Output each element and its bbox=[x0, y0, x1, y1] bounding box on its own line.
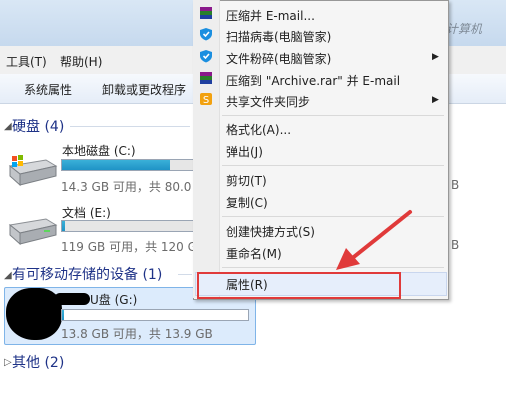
menu-item-create-shortcut[interactable]: 创建快捷方式(S) bbox=[226, 223, 315, 240]
drive-c-usage-fill bbox=[62, 160, 171, 170]
drive-c-name[interactable]: 本地磁盘 (C:) bbox=[62, 142, 136, 159]
drive-e-usage-bar bbox=[61, 220, 195, 232]
group-header-other[interactable]: 其他 (2) bbox=[12, 352, 64, 372]
group-header-hard-disk[interactable]: 硬盘 (4) bbox=[12, 116, 64, 136]
system-properties-button[interactable]: 系统属性 bbox=[24, 81, 72, 98]
drive-e-space: 119 GB 可用，共 120 G bbox=[61, 240, 197, 254]
share-icon: S bbox=[199, 92, 213, 106]
winrar-icon bbox=[199, 71, 213, 85]
menu-tools[interactable]: 工具(T) bbox=[6, 53, 47, 70]
hard-drive-icon bbox=[6, 213, 58, 249]
menu-separator bbox=[222, 115, 444, 116]
drive-g-usage-bar bbox=[61, 309, 249, 321]
menu-item-compress-archive-email[interactable]: 压缩到 "Archive.rar" 并 E-mail bbox=[226, 72, 400, 89]
winrar-icon bbox=[199, 6, 213, 20]
shield-icon bbox=[199, 49, 213, 63]
menu-item-scan-virus[interactable]: 扫描病毒(电脑管家) bbox=[226, 28, 331, 45]
drive-c-usage-bar bbox=[61, 159, 195, 171]
collapse-chevron-icon[interactable]: ◢ bbox=[4, 121, 12, 132]
drive-g-space: 13.8 GB 可用，共 13.9 GB bbox=[61, 327, 213, 341]
svg-text:S: S bbox=[203, 95, 209, 106]
menu-item-copy[interactable]: 复制(C) bbox=[226, 194, 268, 211]
group-divider bbox=[70, 126, 190, 127]
group-header-removable[interactable]: 有可移动存储的设备 (1) bbox=[12, 264, 162, 284]
annotation-highlight-box bbox=[197, 272, 401, 299]
expand-chevron-icon[interactable]: ▷ bbox=[4, 357, 12, 368]
redacted-label bbox=[54, 293, 90, 305]
menu-separator bbox=[222, 165, 444, 166]
annotation-arrow-icon bbox=[330, 208, 416, 274]
menu-item-eject[interactable]: 弹出(J) bbox=[226, 143, 263, 160]
windows-drive-icon bbox=[6, 152, 58, 188]
submenu-arrow-icon: ▶ bbox=[432, 95, 439, 105]
menu-help[interactable]: 帮助(H) bbox=[60, 53, 102, 70]
menu-item-format[interactable]: 格式化(A)... bbox=[226, 121, 291, 138]
group-divider bbox=[178, 274, 192, 275]
drive-e-name[interactable]: 文档 (E:) bbox=[62, 204, 111, 221]
drive-e-usage-fill bbox=[62, 221, 65, 231]
drive-g-usage-fill bbox=[62, 310, 64, 320]
context-menu-icon-column bbox=[193, 0, 220, 298]
menu-item-cut[interactable]: 剪切(T) bbox=[226, 172, 267, 189]
drive-c-space: 14.3 GB 可用，共 80.0 bbox=[61, 180, 192, 194]
drive-e-space-tail: B bbox=[451, 238, 460, 252]
menu-item-file-shred[interactable]: 文件粉碎(电脑管家) bbox=[226, 50, 331, 67]
drive-c-space-tail: B bbox=[451, 178, 460, 192]
shield-icon bbox=[199, 27, 213, 41]
menu-item-compress-email[interactable]: 压缩并 E-mail... bbox=[226, 7, 315, 24]
menu-item-rename[interactable]: 重命名(M) bbox=[226, 245, 282, 262]
drive-g-name[interactable]: U盘 (G:) bbox=[90, 291, 137, 308]
collapse-chevron-icon[interactable]: ◢ bbox=[4, 270, 12, 281]
submenu-arrow-icon: ▶ bbox=[432, 52, 439, 62]
uninstall-program-button[interactable]: 卸载或更改程序 bbox=[102, 81, 186, 98]
menu-item-share-sync[interactable]: 共享文件夹同步 bbox=[226, 93, 310, 110]
